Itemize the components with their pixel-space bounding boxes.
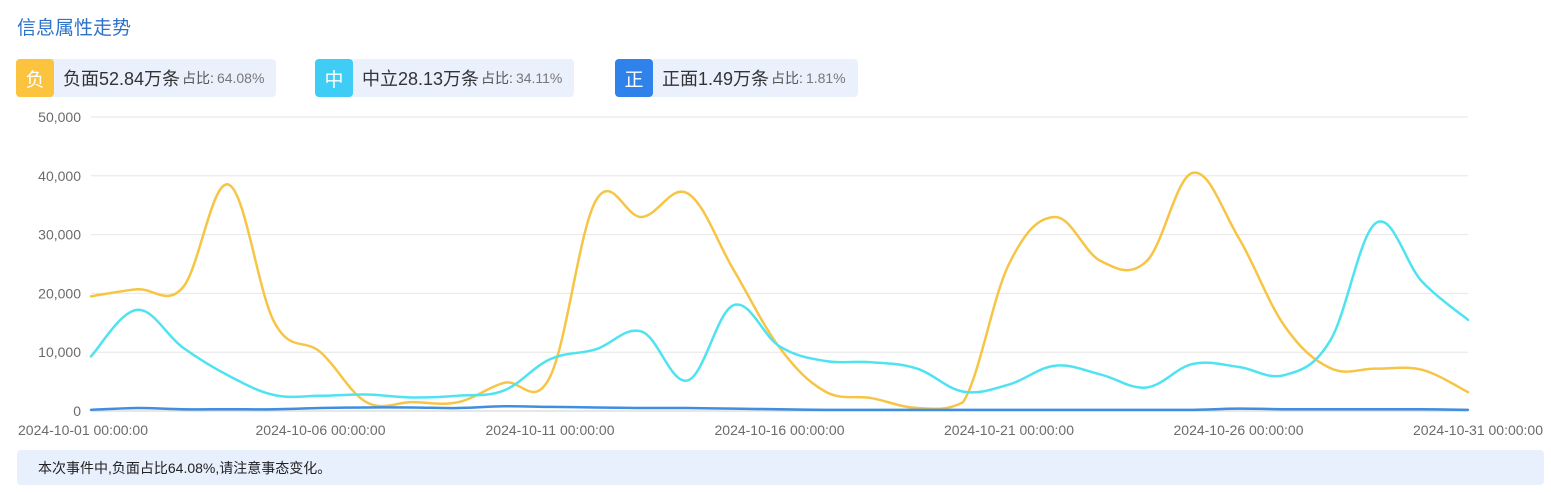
negative-count: 负面52.84万条	[63, 69, 181, 89]
y-tick-label: 20,000	[38, 285, 81, 301]
x-tick-label: 2024-10-11 00:00:00	[486, 422, 615, 438]
negative-badge-icon: 负	[16, 59, 54, 97]
x-tick-label: 2024-10-26 00:00:00	[1174, 422, 1304, 438]
y-tick-label: 50,000	[38, 109, 81, 125]
y-tick-label: 10,000	[38, 344, 81, 360]
positive-series-line	[89, 405, 1470, 412]
x-tick-label: 2024-10-06 00:00:00	[256, 422, 386, 438]
positive-ratio-label: 占比:	[771, 70, 803, 86]
neutral-ratio-label: 占比:	[481, 70, 513, 86]
x-tick-label: 2024-10-31 00:00:00	[1413, 422, 1543, 438]
neutral-series-line	[89, 220, 1470, 399]
negative-ratio: 64.08%	[216, 70, 265, 86]
y-tick-label: 0	[73, 403, 81, 419]
positive-badge-icon: 正	[615, 59, 653, 97]
x-tick-label: 2024-10-01 00:00:00	[18, 422, 148, 438]
neutral-count: 中立28.13万条	[362, 69, 480, 89]
summary-note: 本次事件中,负面占比64.08%,请注意事态变化。	[17, 450, 1544, 485]
legend-neutral[interactable]: 中 中立28.13万条 占比: 34.11%	[315, 59, 575, 97]
positive-ratio: 1.81%	[805, 70, 846, 86]
legend-positive[interactable]: 正 正面1.49万条 占比: 1.81%	[615, 59, 858, 97]
x-tick-label: 2024-10-21 00:00:00	[944, 422, 1074, 438]
negative-ratio-label: 占比:	[182, 70, 214, 86]
chart-title: 信息属性走势	[17, 18, 132, 39]
x-tick-label: 2024-10-16 00:00:00	[715, 422, 845, 438]
positive-count: 正面1.49万条	[662, 69, 770, 89]
legend-negative[interactable]: 负 负面52.84万条 占比: 64.08%	[16, 59, 277, 97]
y-tick-label: 40,000	[38, 168, 81, 184]
neutral-badge-icon: 中	[315, 59, 353, 97]
neutral-ratio: 34.11%	[515, 70, 563, 86]
y-tick-label: 30,000	[38, 227, 81, 243]
line-chart: 0 10,000 20,000 30,000 40,000 50,000 2024-10-0…	[18, 109, 1543, 438]
